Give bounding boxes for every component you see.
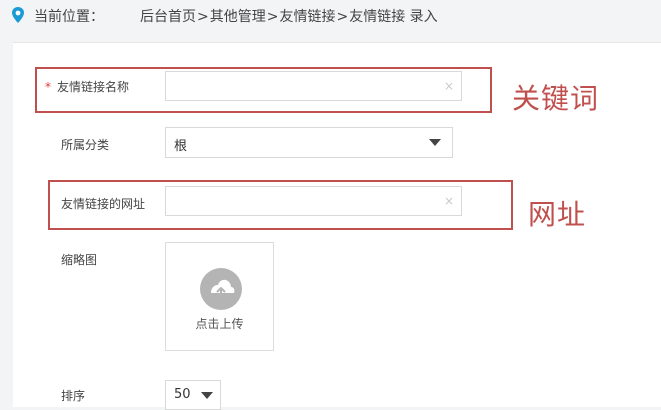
- location-pin-icon: [12, 7, 24, 23]
- category-dropdown-arrow[interactable]: [418, 128, 452, 157]
- sort-dropdown-arrow[interactable]: [194, 381, 220, 409]
- breadcrumb-separator: >: [266, 9, 279, 25]
- url-annotation: 网址: [528, 198, 587, 231]
- keyword-annotation: 关键词: [512, 82, 600, 115]
- chevron-down-icon: [429, 139, 441, 146]
- keyword-highlight-box: [35, 67, 492, 113]
- breadcrumb-separator: >: [336, 9, 349, 25]
- cloud-upload-icon: [211, 279, 235, 298]
- breadcrumb-prefix: 当前位置：: [34, 9, 104, 25]
- sort-label: 排序: [61, 389, 86, 403]
- breadcrumb-item-current: 友情链接 录入: [349, 9, 438, 25]
- url-highlight-box: [48, 180, 513, 230]
- sort-selected-value: 50: [174, 387, 191, 402]
- breadcrumb-item-other[interactable]: 其他管理: [210, 9, 266, 25]
- breadcrumb-item-home[interactable]: 后台首页: [140, 9, 196, 25]
- breadcrumb: 当前位置： 后台首页>其他管理>友情链接>友情链接 录入: [0, 0, 661, 30]
- chevron-down-icon: [201, 391, 213, 399]
- thumbnail-upload-area[interactable]: 点击上传: [165, 242, 274, 351]
- upload-label: 点击上传: [195, 317, 244, 331]
- breadcrumb-trail: 后台首页>其他管理>友情链接>友情链接 录入: [140, 6, 438, 26]
- category-selected-value: 根: [174, 139, 188, 154]
- breadcrumb-item-links[interactable]: 友情链接: [279, 9, 335, 25]
- thumbnail-label: 缩略图: [61, 253, 98, 267]
- category-select[interactable]: 根: [165, 127, 453, 158]
- upload-icon: [200, 268, 242, 310]
- category-label: 所属分类: [61, 138, 110, 152]
- breadcrumb-separator: >: [197, 9, 209, 25]
